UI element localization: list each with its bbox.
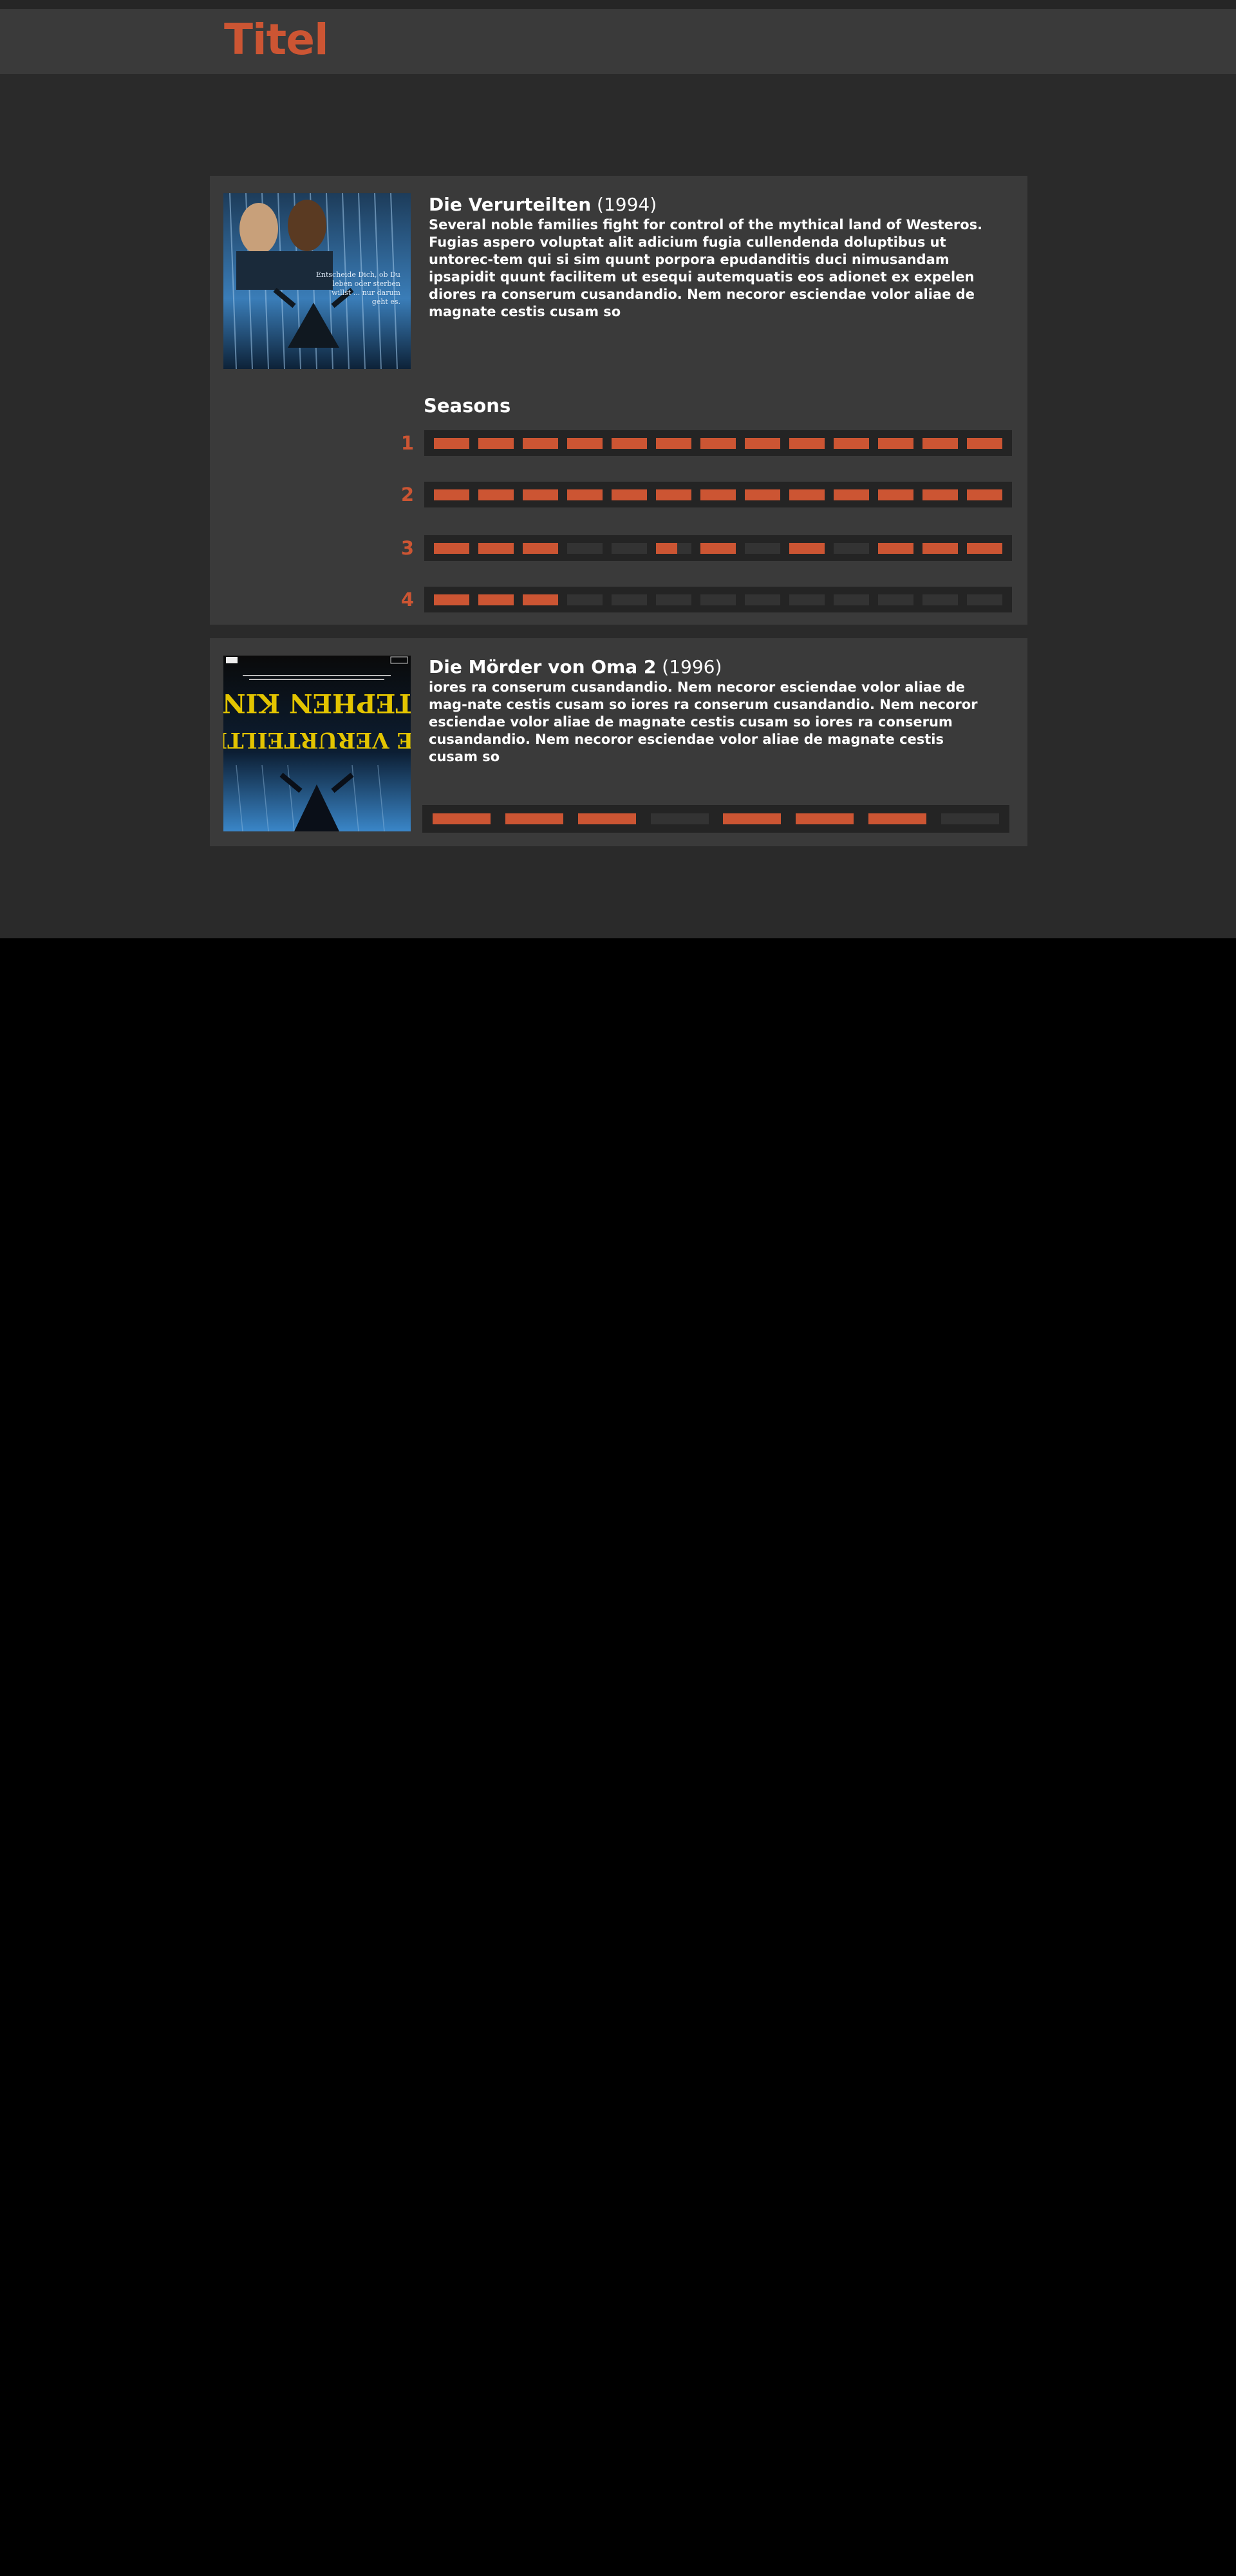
episode-watched[interactable] [505,813,563,824]
episode-unwatched[interactable] [878,594,913,605]
show-info: Die Verurteilten (1994) Several noble fa… [429,193,989,321]
poster-art-icon: Entscheide Dich, ob Du leben oder sterbe… [223,193,411,369]
episode-track [424,430,1012,456]
season-number[interactable]: 4 [388,587,414,612]
top-strip [0,0,1236,9]
season-row: 3 [210,535,1027,561]
episode-unwatched[interactable] [745,542,780,554]
show-year: (1994) [597,194,657,215]
episode-unwatched[interactable] [612,542,647,554]
season-number[interactable]: 3 [388,535,414,561]
episode-watched[interactable] [612,437,647,449]
episode-watched[interactable] [478,542,514,554]
season-row: 1 [210,430,1027,456]
show-info: Die Mörder von Oma 2 (1996) iores ra con… [429,656,989,766]
episode-watched[interactable] [796,813,854,824]
seasons-heading: Seasons [424,395,511,417]
episode-watched[interactable] [478,489,514,500]
episode-unwatched[interactable] [650,813,709,824]
svg-text:geht es.: geht es. [372,298,400,306]
episode-watched[interactable] [868,813,927,824]
episode-track [422,805,1009,833]
episode-watched[interactable] [656,437,691,449]
show-title[interactable]: Die Mörder von Oma 2 [429,656,656,677]
show-title-line[interactable]: Die Mörder von Oma 2 (1996) [429,656,989,679]
season-row: 2 [210,482,1027,507]
episode-watched[interactable] [523,594,558,605]
show-description: Several noble families fight for control… [429,217,983,319]
poster-author-text: STEPHEN KING [223,688,411,718]
episode-watched[interactable] [922,489,958,500]
poster-film-text: DIE VERURTEILTEN [223,727,411,753]
episode-watched[interactable] [834,489,869,500]
episode-watched[interactable] [523,437,558,449]
episode-unwatched[interactable] [567,594,603,605]
episode-unwatched[interactable] [612,594,647,605]
svg-text:Entscheide Dich, ob Du: Entscheide Dich, ob Du [316,270,400,279]
episode-unwatched[interactable] [834,594,869,605]
episode-watched[interactable] [967,437,1002,449]
episode-watched[interactable] [789,437,825,449]
episode-watched[interactable] [967,489,1002,500]
episode-watched[interactable] [700,437,736,449]
header-bar: Titel [0,9,1236,74]
episode-watched[interactable] [745,489,780,500]
episode-watched[interactable] [700,489,736,500]
episode-watched[interactable] [577,813,636,824]
episode-watched[interactable] [523,542,558,554]
episode-unwatched[interactable] [967,594,1002,605]
episode-watched[interactable] [612,489,647,500]
episode-in-progress[interactable] [656,542,691,554]
episode-unwatched[interactable] [700,594,736,605]
episode-watched[interactable] [723,813,782,824]
show-title[interactable]: Die Verurteilten [429,194,591,215]
episode-unwatched[interactable] [789,594,825,605]
episode-watched[interactable] [878,489,913,500]
episode-unwatched[interactable] [834,542,869,554]
episode-watched[interactable] [656,489,691,500]
episode-unwatched[interactable] [745,594,780,605]
show-year: (1996) [662,656,722,677]
episode-unwatched[interactable] [656,594,691,605]
season-number[interactable]: 2 [388,482,414,507]
episode-watched[interactable] [433,813,491,824]
episode-watched[interactable] [523,489,558,500]
season-row: 4 [210,587,1027,612]
episode-watched[interactable] [878,437,913,449]
episode-watched[interactable] [478,437,514,449]
episode-unwatched[interactable] [567,542,603,554]
episode-watched[interactable] [434,594,469,605]
episode-watched[interactable] [834,437,869,449]
season-number[interactable]: 1 [388,430,414,456]
episode-watched[interactable] [567,489,603,500]
episode-watched[interactable] [745,437,780,449]
svg-text:leben oder sterben: leben oder sterben [332,279,400,288]
episode-unwatched[interactable] [941,813,999,824]
episode-unwatched[interactable] [922,594,958,605]
episode-watched[interactable] [967,542,1002,554]
poster-image[interactable]: Entscheide Dich, ob Du leben oder sterbe… [223,193,411,369]
poster-art-icon: DIE VERURTEILTEN STEPHEN KING [223,656,411,831]
episode-watched[interactable] [700,542,736,554]
episode-watched[interactable] [434,437,469,449]
site-logo[interactable]: Titel [224,14,329,65]
svg-text:willst ... nur darum: willst ... nur darum [332,289,400,297]
episode-watched[interactable] [922,437,958,449]
episode-watched[interactable] [789,489,825,500]
episode-watched[interactable] [878,542,913,554]
episode-watched[interactable] [567,437,603,449]
episode-track [424,535,1012,561]
show-description: iores ra conserum cusandandio. Nem necor… [429,679,978,764]
show-title-line[interactable]: Die Verurteilten (1994) [429,193,989,216]
episode-watched[interactable] [789,542,825,554]
poster-image[interactable]: DIE VERURTEILTEN STEPHEN KING [223,656,411,831]
episode-watched[interactable] [434,489,469,500]
episode-watched[interactable] [434,542,469,554]
show-card: Entscheide Dich, ob Du leben oder sterbe… [210,176,1027,625]
episode-watched[interactable] [478,594,514,605]
show-card: DIE VERURTEILTEN STEPHEN KING Die Mörder… [210,638,1027,846]
episode-track [424,482,1012,507]
episode-watched[interactable] [922,542,958,554]
episode-track [424,587,1012,612]
